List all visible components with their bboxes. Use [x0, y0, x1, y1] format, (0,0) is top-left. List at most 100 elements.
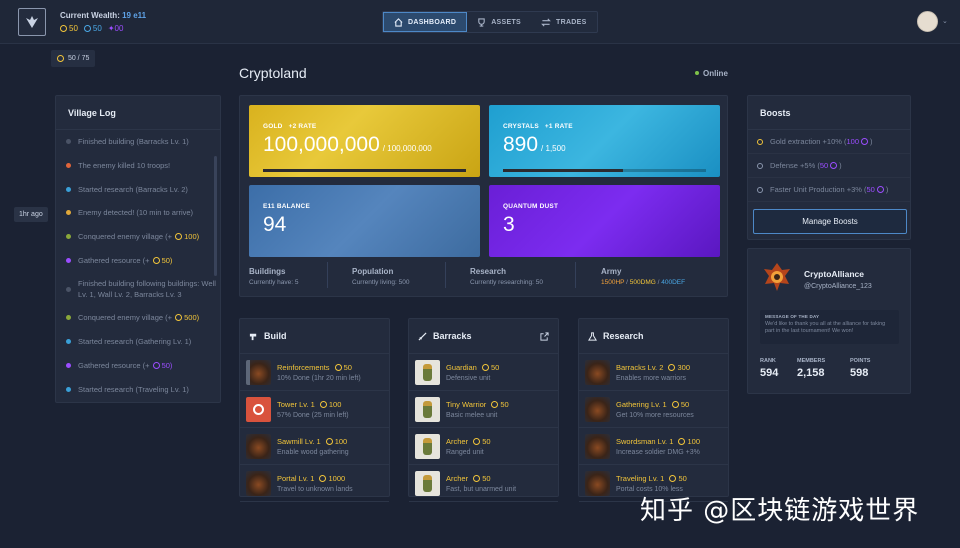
build-name: Reinforcements	[277, 362, 330, 372]
log-status-dot-icon	[66, 286, 71, 292]
coin-icon	[668, 363, 676, 371]
research-name: Swordsman Lv. 1	[616, 436, 674, 446]
build-item[interactable]: Tower Lv. 1 100 57% Done (25 min left)	[240, 391, 389, 428]
population-stat: Population Currently living: 500	[352, 267, 410, 286]
build-panel: Build Reinforcements 50 10% Done (1hr 20 …	[239, 318, 390, 502]
capacity-badge: 50 / 75	[51, 50, 96, 67]
build-item[interactable]: Reinforcements 50 10% Done (1hr 20 min le…	[240, 354, 389, 391]
build-name: Tower Lv. 1	[277, 399, 315, 409]
log-entry[interactable]: Gathered resource (+ 50)	[56, 354, 220, 378]
unit-name: Archer	[446, 473, 469, 483]
unit-item[interactable]: Archer 50 Ranged unit	[409, 428, 558, 465]
alliance-rank: RANK 594	[760, 358, 779, 379]
boost-item[interactable]: Faster Unit Production +3% (50)	[748, 178, 910, 202]
external-link-icon[interactable]	[540, 331, 549, 341]
crystal-amount: 50	[92, 24, 102, 33]
build-description: 10% Done (1hr 20 min left)	[277, 374, 361, 382]
e11-value: 94	[263, 213, 287, 236]
log-status-dot-icon	[66, 315, 71, 321]
unit-item[interactable]: Tiny Warrior 50 Basic melee unit	[409, 391, 558, 428]
boosts-title: Boosts	[748, 96, 910, 130]
unit-title: Archer 50	[446, 474, 516, 483]
log-entry-text: The enemy killed 10 troops!	[78, 161, 171, 171]
log-entry[interactable]: Finished building following buildings: W…	[56, 272, 220, 306]
logo-icon[interactable]	[18, 8, 46, 36]
build-title: Reinforcements 50	[277, 363, 361, 372]
crystals-value: 890	[503, 133, 539, 156]
research-cost: 50	[678, 473, 687, 483]
crystal-icon	[83, 25, 91, 32]
build-description: 57% Done (25 min left)	[277, 411, 349, 419]
research-header: Research	[579, 319, 728, 354]
user-avatar[interactable]	[917, 11, 938, 32]
main-nav: DASHBOARD ASSETS TRADES	[382, 11, 598, 33]
build-cost: 1000	[328, 473, 346, 483]
nav-assets[interactable]: ASSETS	[467, 12, 531, 32]
research-item[interactable]: Gathering Lv. 1 50 Get 10% more resources	[579, 391, 728, 428]
unit-cost: 50	[500, 399, 509, 409]
gold-amount: 50	[69, 24, 78, 33]
divider	[575, 262, 576, 288]
gold-card: GOLD +2 RATE 100,000,000/ 100,000,000	[249, 105, 480, 177]
log-entry-text: Started research (Traveling Lv. 1)	[78, 384, 189, 394]
build-item[interactable]: Sawmill Lv. 1 100 Enable wood gathering	[240, 428, 389, 465]
boost-item[interactable]: Defense +5% (50)	[748, 154, 910, 178]
research-cost: 50	[680, 399, 690, 409]
village-log-list[interactable]: Finished building (Barracks Lv. 1) The en…	[56, 130, 220, 401]
boost-cost: 50	[819, 161, 829, 170]
research-item[interactable]: Barracks Lv. 2 300 Enables more warriors	[579, 354, 728, 391]
nav-trades[interactable]: TRADES	[531, 12, 597, 32]
unit-item[interactable]: Archer 50 Fast, but unarmed unit	[409, 465, 558, 502]
log-entry[interactable]: Started research (Barracks Lv. 2)	[56, 177, 220, 201]
nav-dashboard[interactable]: DASHBOARD	[383, 12, 468, 32]
divider	[445, 262, 446, 288]
log-entry[interactable]: Finished building (Barracks Lv. 1)	[56, 130, 220, 154]
build-name: Portal Lv. 1	[277, 473, 315, 483]
log-status-dot-icon	[66, 234, 71, 240]
build-title: Sawmill Lv. 1 100	[277, 437, 349, 446]
research-item[interactable]: Swordsman Lv. 1 100 Increase soldier DMG …	[579, 428, 728, 465]
crystals-card: CRYSTALS +1 RATE 890/ 1,500	[489, 105, 720, 177]
crystals-progress-bar	[503, 169, 706, 172]
log-status-dot-icon	[66, 362, 71, 368]
boost-item[interactable]: Gold extraction +10% (100)	[748, 130, 910, 154]
build-thumbnail	[246, 359, 271, 385]
research-name: Gathering Lv. 1	[616, 399, 667, 409]
log-entry-text: Gathered resource (+ 50)	[78, 255, 173, 265]
unit-name: Archer	[446, 436, 469, 446]
page-title: Cryptoland	[239, 65, 307, 81]
log-entry[interactable]: Started research (Gathering Lv. 1)	[56, 330, 220, 354]
log-entry[interactable]: Conquered enemy village (+ 500)	[56, 306, 220, 330]
unit-description: Basic melee unit	[446, 411, 498, 419]
village-log-panel: Village Log Finished building (Barracks …	[55, 95, 221, 403]
log-entry[interactable]: Conquered enemy village (+ 100)	[56, 225, 220, 249]
log-entry[interactable]: Gathered resource (+ 50)	[56, 248, 220, 272]
coin-icon	[678, 437, 686, 445]
manage-boosts-button[interactable]: Manage Boosts	[753, 209, 907, 234]
log-entry-text: Conquered enemy village (+ 100)	[78, 232, 200, 242]
log-scrollbar[interactable]	[214, 156, 217, 276]
research-stat: Research Currently researching: 50	[470, 267, 543, 286]
boost-ring-icon	[757, 186, 763, 193]
coin-icon	[830, 162, 838, 169]
build-item[interactable]: Portal Lv. 1 1000 Travel to unknown lands	[240, 465, 389, 502]
log-status-dot-icon	[66, 139, 71, 145]
home-icon	[394, 17, 403, 27]
buildings-stat: Buildings Currently have: 5	[249, 267, 299, 286]
log-entry[interactable]: Started research (Traveling Lv. 1)	[56, 377, 220, 401]
divider	[327, 262, 328, 288]
unit-item[interactable]: Guardian 50 Defensive unit	[409, 354, 558, 391]
coin-icon	[319, 474, 327, 482]
unit-thumbnail	[415, 433, 440, 459]
cancel-icon[interactable]	[253, 403, 264, 415]
chevron-down-icon[interactable]: ⌄	[942, 17, 948, 25]
boost-cost: 100	[846, 137, 860, 146]
research-title: Traveling Lv. 1 50	[616, 474, 687, 483]
gold-coin-icon	[57, 55, 64, 62]
e11-balance-card: E11 BALANCE 94	[249, 185, 480, 257]
log-entry-text: Enemy detected! (10 min to arrive)	[78, 208, 194, 218]
alliance-name[interactable]: CryptoAlliance	[804, 269, 864, 279]
log-entry[interactable]: The enemy killed 10 troops!	[56, 154, 220, 178]
log-entry[interactable]: Enemy detected! (10 min to arrive)	[56, 201, 220, 225]
unit-cost: 50	[482, 436, 491, 446]
